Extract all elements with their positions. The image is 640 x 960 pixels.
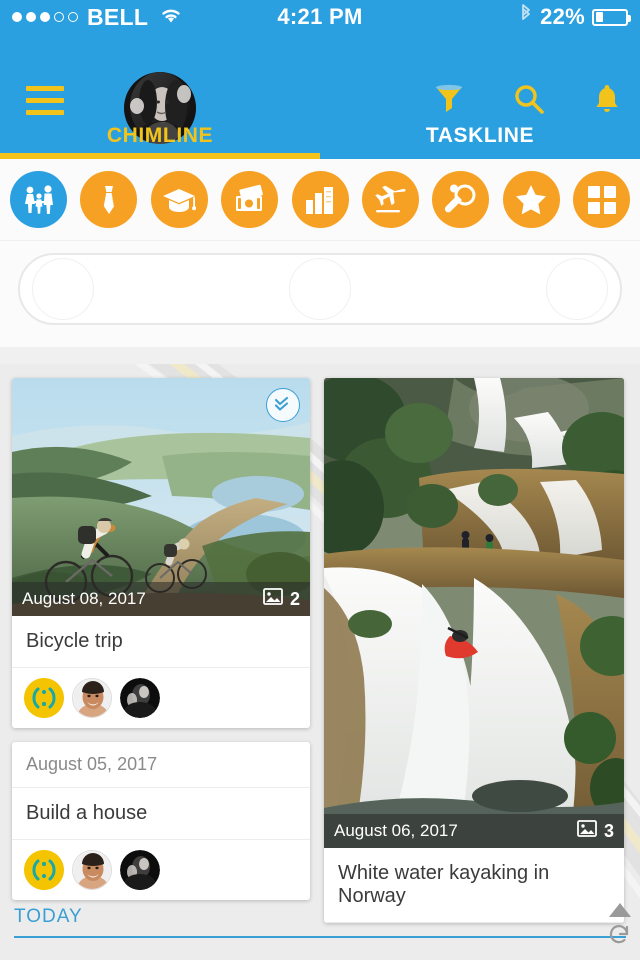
dark-photo-avatar[interactable] <box>120 678 160 718</box>
carrier-label: BELL <box>87 3 149 30</box>
today-divider: TODAY <box>0 906 640 938</box>
refresh-icon[interactable] <box>608 923 632 952</box>
timeline-segment-bar <box>18 253 622 325</box>
category-bar <box>0 159 640 241</box>
today-label: TODAY <box>14 906 83 927</box>
signal-dot-filled <box>40 12 50 22</box>
card-columns: August 08, 2017 2 Bicycle trip August 05… <box>0 364 640 923</box>
photo-meta-bar: August 06, 2017 3 <box>324 814 624 848</box>
today-rule <box>14 936 626 938</box>
signal-dot-empty <box>54 12 64 22</box>
card-date-label: August 08, 2017 <box>22 589 146 608</box>
left-column: August 08, 2017 2 Bicycle trip August 05… <box>12 378 310 900</box>
signal-strength-dots <box>12 12 78 22</box>
right-column: August 06, 2017 3 White water kayaking i… <box>324 378 624 923</box>
man-photo-avatar[interactable] <box>72 850 112 890</box>
wifi-icon <box>159 4 183 30</box>
checklist-badge-icon[interactable] <box>266 388 300 422</box>
crescent-moon-icon[interactable] <box>289 258 351 320</box>
bell-icon[interactable] <box>592 82 622 116</box>
tab-chimline-label: CHIMLINE <box>106 124 214 147</box>
tab-chimline[interactable]: CHIMLINE <box>0 113 320 159</box>
tab-taskline-label: TASKLINE <box>425 124 535 147</box>
photo-count: 3 <box>577 820 614 842</box>
dark-photo-avatar[interactable] <box>120 850 160 890</box>
card-date-label: August 06, 2017 <box>334 821 458 840</box>
category-graduation-cap-icon[interactable] <box>150 171 208 228</box>
card-photo-wrap: August 08, 2017 2 <box>12 378 310 616</box>
status-bar: BELL 4:21 PM 22% <box>0 0 640 34</box>
signal-dot-filled <box>12 12 22 22</box>
photo-count-label: 3 <box>603 820 614 841</box>
timeline-feed[interactable]: August 08, 2017 2 Bicycle trip August 05… <box>0 364 640 960</box>
card-build-a-house[interactable]: August 05, 2017 Build a house <box>12 742 310 900</box>
photo-count-label: 2 <box>289 588 300 609</box>
search-icon[interactable] <box>512 82 546 116</box>
card-bicycle-trip[interactable]: August 08, 2017 2 Bicycle trip <box>12 378 310 728</box>
man-photo-avatar[interactable] <box>72 678 112 718</box>
card-title: Bicycle trip <box>12 616 310 668</box>
card-title: Build a house <box>12 788 310 840</box>
brand-logo-avatar[interactable] <box>24 678 64 718</box>
past-arc-icon[interactable] <box>32 258 94 320</box>
card-date-label: August 05, 2017 <box>12 742 310 788</box>
header-tabs: CHIMLINE TASKLINE <box>0 113 640 159</box>
card-photo-wrap: August 06, 2017 3 <box>324 378 624 848</box>
signal-dot-empty <box>68 12 78 22</box>
category-tie-icon[interactable] <box>80 171 138 228</box>
category-sports-icon[interactable] <box>432 171 490 228</box>
photo-count: 2 <box>263 588 300 610</box>
filter-icon[interactable] <box>432 82 466 116</box>
image-icon <box>263 588 283 610</box>
battery-icon <box>592 8 631 26</box>
card-avatars <box>12 840 310 900</box>
signal-dot-filled <box>26 12 36 22</box>
category-star-icon[interactable] <box>502 171 560 228</box>
card-avatars <box>12 668 310 728</box>
future-arc-icon[interactable] <box>546 258 608 320</box>
category-money-icon[interactable] <box>221 171 279 228</box>
status-bar-right: 22% <box>519 3 631 31</box>
scroll-up-arrow-icon[interactable] <box>609 903 631 917</box>
timeline-segment-wrap <box>0 241 640 347</box>
bluetooth-icon <box>519 3 533 31</box>
category-airplane-icon[interactable] <box>361 171 419 228</box>
card-white-water-kayaking[interactable]: August 06, 2017 3 White water kayaking i… <box>324 378 624 923</box>
mountain-biking-photo <box>12 378 310 616</box>
header-actions <box>432 82 622 116</box>
status-bar-left: BELL <box>12 4 183 31</box>
tab-taskline[interactable]: TASKLINE <box>320 113 640 159</box>
app-screen: BELL 4:21 PM 22% CHIMLINE TASKLINE Augus… <box>0 0 640 960</box>
image-icon <box>577 820 597 842</box>
app-header: CHIMLINE TASKLINE <box>0 34 640 159</box>
photo-meta-bar: August 08, 2017 2 <box>12 582 310 616</box>
scroll-controls <box>606 903 634 952</box>
category-family-icon[interactable] <box>10 171 67 228</box>
category-grid-icon[interactable] <box>573 171 630 228</box>
brand-logo-avatar[interactable] <box>24 850 64 890</box>
waterfall-kayaking-photo <box>324 378 624 848</box>
battery-percent-label: 22% <box>540 4 585 29</box>
category-bar-chart-icon[interactable] <box>291 171 349 228</box>
